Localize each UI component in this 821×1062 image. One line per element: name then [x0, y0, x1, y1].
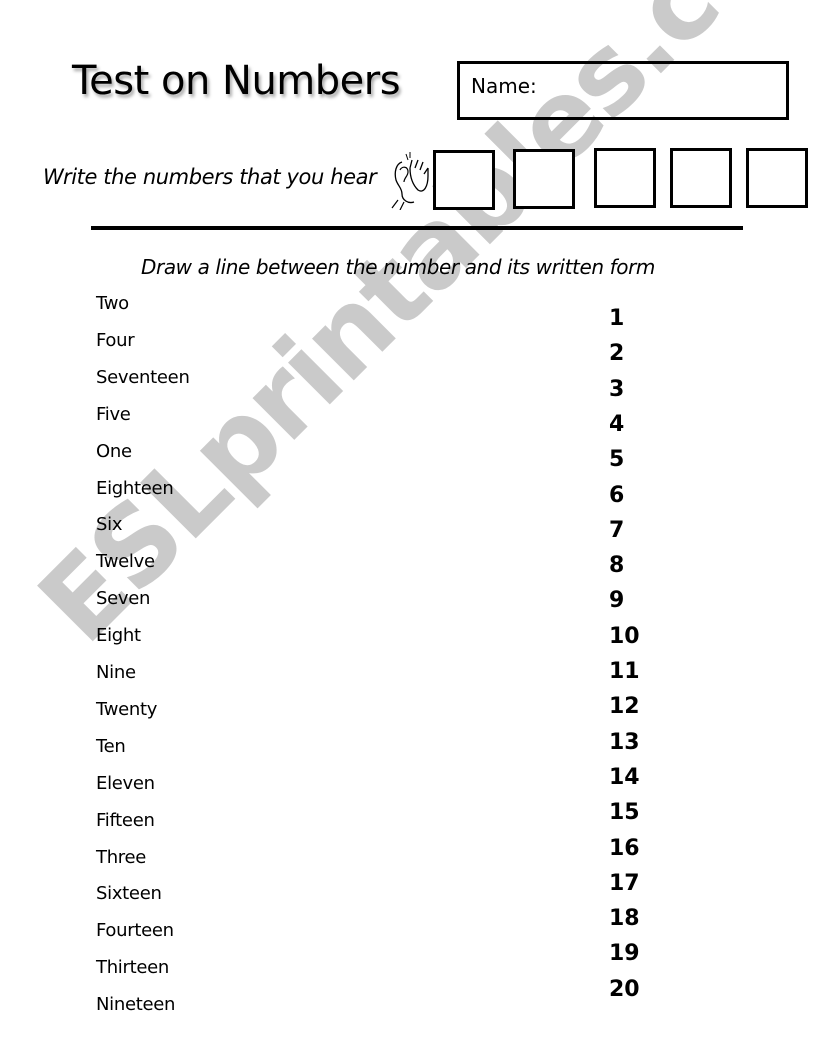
number-item: 11	[609, 659, 640, 684]
answer-box[interactable]	[594, 148, 656, 208]
word-item: Four	[96, 329, 135, 351]
name-field[interactable]: Name:	[457, 61, 789, 120]
answer-box[interactable]	[433, 150, 495, 210]
number-item: 6	[609, 482, 625, 508]
listening-instruction: Write the numbers that you hear	[43, 165, 377, 189]
number-item: 16	[609, 835, 640, 861]
number-item: 9	[609, 588, 625, 614]
word-item: Eleven	[96, 772, 155, 794]
answer-box[interactable]	[513, 149, 575, 209]
number-item: 20	[609, 976, 640, 1002]
word-item: Nine	[96, 662, 136, 683]
divider-line	[91, 226, 743, 230]
page-title: Test on Numbers	[72, 58, 401, 104]
word-item: Seven	[96, 588, 151, 610]
word-item: Five	[96, 403, 131, 425]
number-item: 15	[609, 800, 640, 826]
word-item: Three	[96, 846, 147, 868]
number-item: 1	[609, 306, 625, 331]
number-item: 14	[609, 764, 640, 790]
word-item: Nineteen	[96, 994, 176, 1016]
number-item: 10	[609, 623, 640, 649]
answer-box[interactable]	[670, 148, 732, 208]
word-item: Eight	[96, 625, 141, 647]
number-item: 7	[609, 517, 625, 543]
number-item: 13	[609, 729, 640, 755]
word-item: Thirteen	[96, 957, 170, 979]
word-item: Fourteen	[96, 920, 174, 942]
word-item: Fifteen	[96, 809, 155, 831]
ear-hand-icon	[388, 150, 432, 211]
word-item: Eighteen	[96, 477, 174, 499]
number-item: 18	[609, 906, 640, 932]
number-item: 19	[609, 941, 640, 967]
number-item: 2	[609, 341, 625, 367]
word-item: Seventeen	[96, 366, 190, 388]
word-item: Ten	[96, 735, 126, 757]
number-item: 8	[609, 553, 625, 579]
word-item: Twelve	[96, 551, 155, 573]
number-item: 17	[609, 870, 640, 896]
word-item: Sixteen	[96, 883, 162, 905]
word-item: One	[96, 440, 132, 462]
number-item: 3	[609, 376, 625, 402]
answer-box[interactable]	[746, 148, 808, 208]
name-label: Name:	[471, 74, 537, 98]
number-item: 12	[609, 694, 640, 720]
word-item: Twenty	[96, 698, 158, 720]
word-item: Two	[96, 293, 129, 314]
word-item: Six	[96, 514, 123, 536]
number-item: 5	[609, 447, 625, 473]
matching-instruction: Draw a line between the number and its w…	[141, 255, 655, 279]
number-item: 4	[609, 411, 625, 437]
